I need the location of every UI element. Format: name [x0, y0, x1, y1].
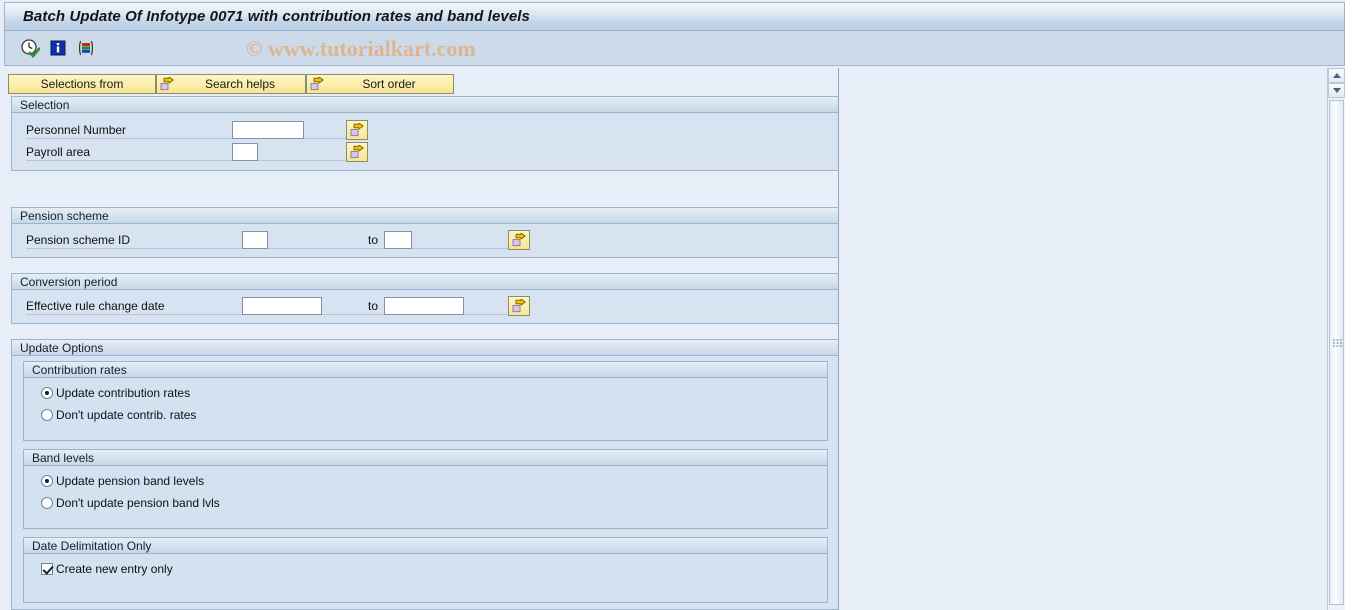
- payroll-area-multi-select-button[interactable]: [346, 142, 368, 162]
- pension-scheme-group-title: Pension scheme: [12, 208, 838, 224]
- pension-scheme-multi-select-button[interactable]: [508, 230, 531, 250]
- conversion-period-group-title: Conversion period: [12, 274, 838, 290]
- update-options-group-title: Update Options: [12, 340, 838, 356]
- page-title: Batch Update Of Infotype 0071 with contr…: [23, 8, 530, 25]
- contribution-rates-group-title: Contribution rates: [24, 362, 827, 378]
- window-right-gutter: [1345, 0, 1357, 610]
- scrollbar-grip-icon: [1333, 339, 1342, 347]
- radio-dont-update-pension-band-levels[interactable]: Don't update pension band lvls: [41, 496, 220, 510]
- effective-rule-change-date-label: Effective rule change date: [26, 298, 242, 315]
- pension-scheme-id-to-input[interactable]: [384, 231, 413, 249]
- search-helps-button[interactable]: Search helps: [156, 74, 306, 94]
- contribution-rates-group: Contribution rates: [23, 361, 828, 441]
- pension-scheme-id-from-input[interactable]: [242, 231, 268, 249]
- multi-select-arrow-icon: [350, 145, 364, 159]
- window-title-bar: Batch Update Of Infotype 0071 with contr…: [4, 2, 1345, 31]
- date-delimitation-group-title: Date Delimitation Only: [24, 538, 827, 554]
- radio-dont-update-contribution-rates[interactable]: Don't update contrib. rates: [41, 408, 196, 422]
- checkbox-indicator: [41, 563, 53, 575]
- personnel-number-label: Personnel Number: [26, 122, 232, 139]
- color-bars-icon[interactable]: [75, 37, 97, 59]
- selections-from-label: Selections from: [40, 77, 124, 91]
- pension-scheme-id-row: Pension scheme ID to: [26, 230, 531, 250]
- execute-clock-icon[interactable]: [19, 37, 41, 59]
- radio-update-pension-band-levels[interactable]: Update pension band levels: [41, 474, 204, 488]
- pension-scheme-id-label: Pension scheme ID: [26, 232, 242, 249]
- multi-select-arrow-icon: [512, 233, 526, 247]
- scroll-up-arrow-icon[interactable]: [1328, 68, 1345, 83]
- search-helps-label: Search helps: [204, 77, 276, 91]
- selections-from-button[interactable]: Selections from: [8, 74, 156, 94]
- effective-rule-change-date-to-label: to: [368, 298, 385, 315]
- radio-label: Update contribution rates: [56, 386, 191, 400]
- multi-select-arrow-icon: [350, 123, 364, 137]
- personnel-number-multi-select-button[interactable]: [346, 120, 368, 140]
- payroll-area-label: Payroll area: [26, 144, 232, 161]
- pension-scheme-id-to-label: to: [368, 232, 385, 249]
- sort-order-label: Sort order: [362, 77, 416, 91]
- payroll-area-input[interactable]: [232, 143, 258, 161]
- radio-label: Update pension band levels: [56, 474, 205, 488]
- application-toolbar: [4, 31, 1345, 66]
- radio-indicator: [41, 497, 53, 509]
- personnel-number-input[interactable]: [232, 121, 304, 139]
- conversion-period-multi-select-button[interactable]: [508, 296, 531, 316]
- band-levels-group: Band levels: [23, 449, 828, 529]
- personnel-number-row: Personnel Number: [26, 120, 368, 140]
- content-divider: [838, 68, 839, 610]
- vertical-scrollbar[interactable]: [1327, 68, 1345, 610]
- radio-indicator: [41, 387, 53, 399]
- multi-select-arrow-icon: [512, 299, 526, 313]
- radio-label: Don't update pension band lvls: [56, 496, 220, 510]
- payroll-area-row: Payroll area: [26, 142, 368, 162]
- radio-indicator: [41, 475, 53, 487]
- sort-order-button[interactable]: Sort order: [306, 74, 454, 94]
- effective-rule-change-date-row: Effective rule change date to: [26, 296, 531, 316]
- multi-select-arrow-icon: [309, 76, 325, 92]
- scrollbar-thumb[interactable]: [1329, 100, 1344, 605]
- checkbox-label: Create new entry only: [56, 562, 173, 576]
- info-icon[interactable]: [47, 37, 69, 59]
- band-levels-group-title: Band levels: [24, 450, 827, 466]
- selection-group-title: Selection: [12, 97, 838, 113]
- scroll-down-arrow-icon[interactable]: [1328, 83, 1345, 98]
- effective-rule-change-date-to-input[interactable]: [384, 297, 465, 315]
- selection-screen-content: Selections from Search helps Sort order: [4, 68, 1326, 610]
- radio-update-contribution-rates[interactable]: Update contribution rates: [41, 386, 190, 400]
- radio-label: Don't update contrib. rates: [56, 408, 197, 422]
- selection-button-bar: Selections from Search helps Sort order: [8, 74, 454, 94]
- checkbox-create-new-entry-only[interactable]: Create new entry only: [41, 562, 173, 576]
- effective-rule-change-date-from-input[interactable]: [242, 297, 322, 315]
- radio-indicator: [41, 409, 53, 421]
- multi-select-arrow-icon: [159, 76, 175, 92]
